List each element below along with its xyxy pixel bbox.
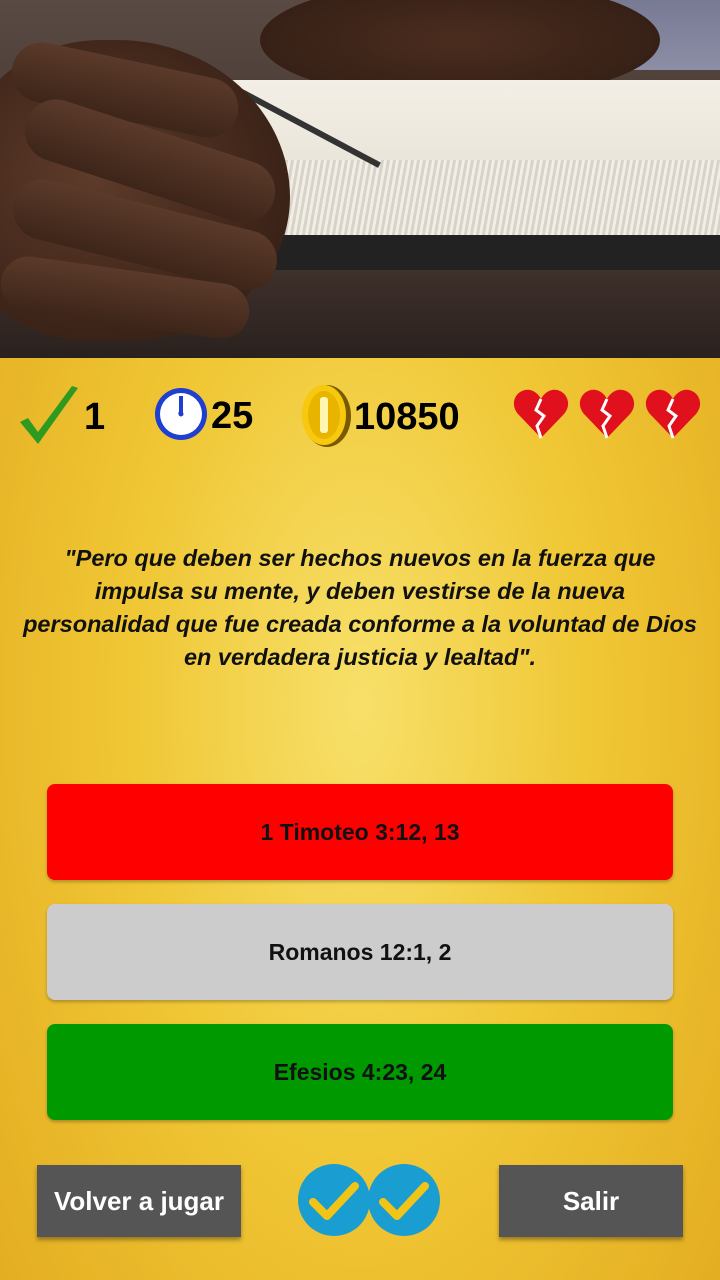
timer-stat: 25 <box>153 382 253 451</box>
check-badge-icon[interactable] <box>368 1164 440 1236</box>
question-verse: "Pero que deben ser hechos nuevos en la … <box>23 545 697 670</box>
header-photo <box>0 0 720 358</box>
replay-button[interactable]: Volver a jugar <box>37 1165 241 1237</box>
timer-value: 25 <box>211 395 254 437</box>
checkmark-icon <box>16 382 82 453</box>
correct-stat: 1 <box>16 382 105 453</box>
answer-option-3[interactable]: Efesios 4:23, 24 <box>47 1024 673 1120</box>
broken-heart-icon <box>512 388 570 445</box>
coins-stat: 10850 <box>300 382 460 453</box>
clock-icon <box>153 382 211 451</box>
broken-heart-icon <box>578 388 636 445</box>
help-badges <box>298 1164 440 1236</box>
photo-book-edge <box>222 160 720 240</box>
broken-heart-icon <box>644 388 702 445</box>
correct-count: 1 <box>84 396 106 438</box>
answer-option-1[interactable]: 1 Timoteo 3:12, 13 <box>47 784 673 880</box>
answer-option-2[interactable]: Romanos 12:1, 2 <box>47 904 673 1000</box>
exit-button[interactable]: Salir <box>499 1165 683 1237</box>
stats-bar: 1 25 10850 <box>0 380 720 450</box>
coin-count: 10850 <box>354 396 460 438</box>
lives-indicator <box>512 388 702 445</box>
photo-book-cover <box>236 235 720 275</box>
check-badge-icon[interactable] <box>298 1164 370 1236</box>
coin-icon <box>300 382 354 453</box>
